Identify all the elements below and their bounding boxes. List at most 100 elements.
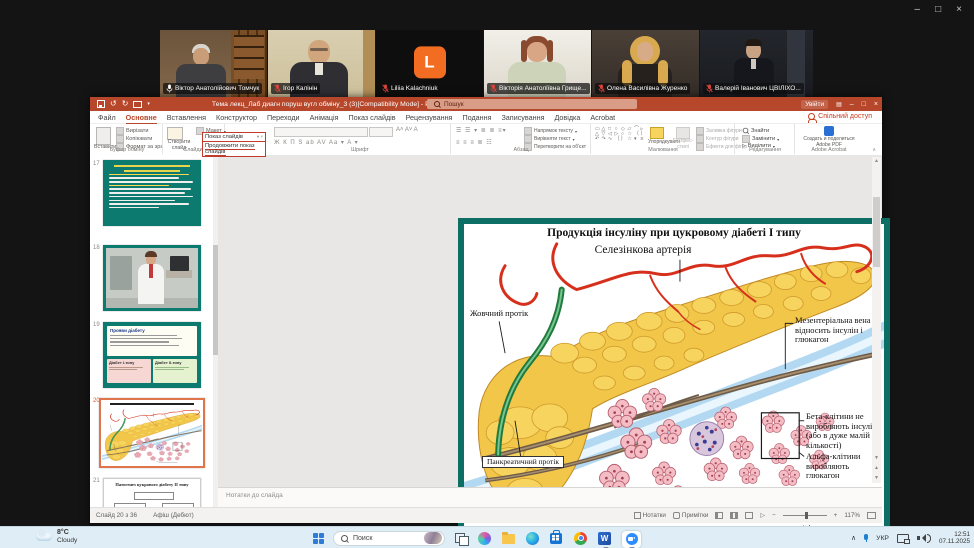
thumbnail-slide-18[interactable] — [103, 245, 201, 311]
task-view-button[interactable] — [454, 531, 469, 546]
microsoft-store-button[interactable] — [550, 531, 565, 546]
collapse-ribbon-icon[interactable]: ∧ — [872, 147, 876, 153]
ppt-restore-icon[interactable]: □ — [862, 101, 866, 108]
ribbon-options-icon[interactable]: ▤ — [836, 101, 842, 108]
font-style-icons[interactable]: Ж К П S ab AV Aa ▾ A ▾ — [274, 139, 359, 146]
save-icon[interactable] — [97, 100, 105, 108]
text-direction-button[interactable]: Напрямок тексту▾ — [524, 127, 577, 135]
adobe-pdf-icon[interactable] — [824, 126, 834, 136]
tab-insert[interactable]: Вставлення — [167, 112, 206, 123]
zoom-slider-knob[interactable] — [805, 512, 808, 519]
scrollbar-thumb[interactable] — [873, 197, 880, 267]
reading-view-icon[interactable] — [745, 512, 753, 519]
ppt-close-icon[interactable]: × — [874, 101, 878, 108]
ppt-minimize-icon[interactable]: – — [850, 101, 854, 108]
undo-icon[interactable]: ↺ — [110, 100, 117, 108]
previous-slide-icon[interactable]: ▲ — [872, 465, 881, 471]
participant-tile[interactable]: Валерій Іванович ЦВІЛІХО... — [700, 30, 813, 97]
font-size-box[interactable] — [369, 127, 393, 137]
shapes-gallery[interactable]: ▭△□○◇▱⌒▹ △▽◁▷○☆（） ↶↷∿｛｝☆▾≡ — [595, 127, 647, 142]
close-icon[interactable]: × — [956, 5, 962, 15]
tab-home[interactable]: Основне — [126, 112, 157, 123]
tray-mic-icon[interactable] — [864, 534, 868, 542]
dropdown-close-icons[interactable]: ▾ × — [257, 134, 263, 140]
participant-tile[interactable]: Ігор Калінін — [268, 30, 375, 97]
align-text-button[interactable]: Вирівняти текст▾ — [524, 135, 575, 143]
tray-chevron-icon[interactable]: ∧ — [851, 534, 856, 542]
file-explorer-button[interactable] — [502, 531, 517, 546]
normal-view-icon[interactable] — [715, 512, 723, 519]
language-indicator[interactable]: УКР — [876, 535, 889, 542]
arrange-icon[interactable] — [650, 127, 664, 139]
tab-animations[interactable]: Анімація — [310, 112, 339, 123]
cut-button[interactable]: Вирізати — [116, 127, 148, 135]
participant-tile[interactable]: L Liliia Kalachniuk — [376, 30, 483, 97]
tab-file[interactable]: Файл — [98, 112, 116, 123]
arrange-button[interactable]: Упорядкувати — [648, 139, 674, 145]
start-button[interactable] — [313, 533, 324, 544]
quick-access-toolbar: ↺ ↻ ▾ — [97, 100, 150, 108]
minimize-icon[interactable]: – — [915, 5, 921, 15]
tab-acrobat[interactable]: Acrobat — [590, 112, 615, 123]
network-display-icon[interactable] — [897, 534, 909, 543]
restore-icon[interactable]: □ — [935, 5, 941, 15]
powerpoint-window: ↺ ↻ ▾ Тема лекц_Лаб диагн поруш вугл обм… — [90, 97, 882, 523]
thumbnail-slide-17[interactable] — [103, 160, 201, 226]
participant-tile[interactable]: Віктор Анатолійович Томчук — [160, 30, 267, 97]
list-icons[interactable]: ☰ ☰ ▾ ≣ ≣ ≡▾ — [456, 127, 507, 134]
edge-button[interactable] — [526, 531, 541, 546]
ppt-search-box[interactable]: Пошук — [427, 99, 637, 109]
next-slide-icon[interactable]: ▼ — [872, 475, 881, 481]
copy-button[interactable]: Копіювати — [116, 135, 152, 143]
tab-view[interactable]: Подання — [462, 112, 491, 123]
speaker-icon[interactable] — [917, 534, 931, 543]
tab-recording[interactable]: Записування — [501, 112, 544, 123]
customize-qat-icon[interactable]: ▾ — [147, 100, 150, 108]
replace-button[interactable]: Замінити▾ — [742, 135, 779, 143]
zoom-slider[interactable] — [783, 515, 827, 516]
comments-toggle[interactable]: Примітки — [673, 512, 708, 519]
slide-sorter-view-icon[interactable] — [730, 512, 738, 519]
sign-in-button[interactable]: Увійти — [801, 100, 828, 109]
notes-pane[interactable]: Нотатки до слайда — [218, 487, 882, 507]
ribbon-search-suggestion[interactable]: Продовжити показ слайдів — [202, 142, 266, 157]
redo-icon[interactable]: ↻ — [122, 100, 129, 108]
notes-toggle[interactable]: Нотатки — [634, 512, 666, 519]
slideshow-view-icon[interactable]: ▷ — [760, 512, 765, 519]
fit-to-window-icon[interactable] — [867, 512, 876, 519]
tab-slideshow[interactable]: Показ слайдів — [348, 112, 395, 123]
weather-widget[interactable]: 8°C Cloudy — [36, 529, 77, 544]
tab-review[interactable]: Рецензування — [406, 112, 453, 123]
participant-tile[interactable]: Олена Василівна Журенко — [592, 30, 699, 97]
find-button[interactable]: Знайти — [742, 127, 769, 134]
tab-help[interactable]: Довідка — [554, 112, 580, 123]
scroll-up-icon[interactable]: ▲ — [872, 158, 881, 164]
font-name-box[interactable] — [274, 127, 368, 137]
taskbar-search[interactable]: Поиск — [333, 531, 445, 546]
thumbnail-slide-19[interactable]: Прояви діабету Діабет I-типу Діабет II-т… — [103, 322, 201, 388]
zoom-level[interactable]: 117% — [844, 512, 860, 519]
tab-design[interactable]: Конструктор — [216, 112, 257, 123]
participant-tile[interactable]: Вікторія Анатоліївна Грище... — [484, 30, 591, 97]
tab-transitions[interactable]: Переходи — [267, 112, 300, 123]
align-icons[interactable]: ≡ ≡ ≡ ≣ ☷ — [456, 139, 493, 146]
copilot-button[interactable] — [478, 531, 493, 546]
zoom-app-button[interactable] — [622, 531, 641, 546]
share-button[interactable]: Спільний доступ — [808, 113, 872, 120]
canvas-scrollbar[interactable]: ▲ ▼ ▲ ▼ — [872, 157, 881, 483]
scroll-down-icon[interactable]: ▼ — [872, 455, 881, 461]
thumbnail-slide-21[interactable]: Патогенез цукрового діабету II типу — [103, 478, 201, 507]
slideshow-icon[interactable] — [133, 101, 142, 108]
system-tray: ∧ УКР 12:51 07.11.2025 — [851, 528, 970, 548]
word-button[interactable]: W — [598, 531, 613, 546]
thumbnail-slide-20-selected[interactable] — [99, 398, 205, 468]
zoom-in-icon[interactable]: + — [834, 512, 838, 519]
grow-shrink-font-icons[interactable]: A˄ A˅ A — [396, 127, 418, 133]
shape-outline-button[interactable]: Контур фігури — [696, 135, 738, 143]
paste-icon[interactable] — [96, 127, 111, 145]
zoom-out-icon[interactable]: − — [772, 512, 776, 519]
clock[interactable]: 12:51 07.11.2025 — [939, 531, 970, 546]
chrome-button[interactable] — [574, 531, 589, 546]
shape-fill-button[interactable]: Заливка фігури — [696, 127, 742, 135]
ribbon-search-value[interactable]: Показ слайдів▾ × — [202, 132, 266, 142]
